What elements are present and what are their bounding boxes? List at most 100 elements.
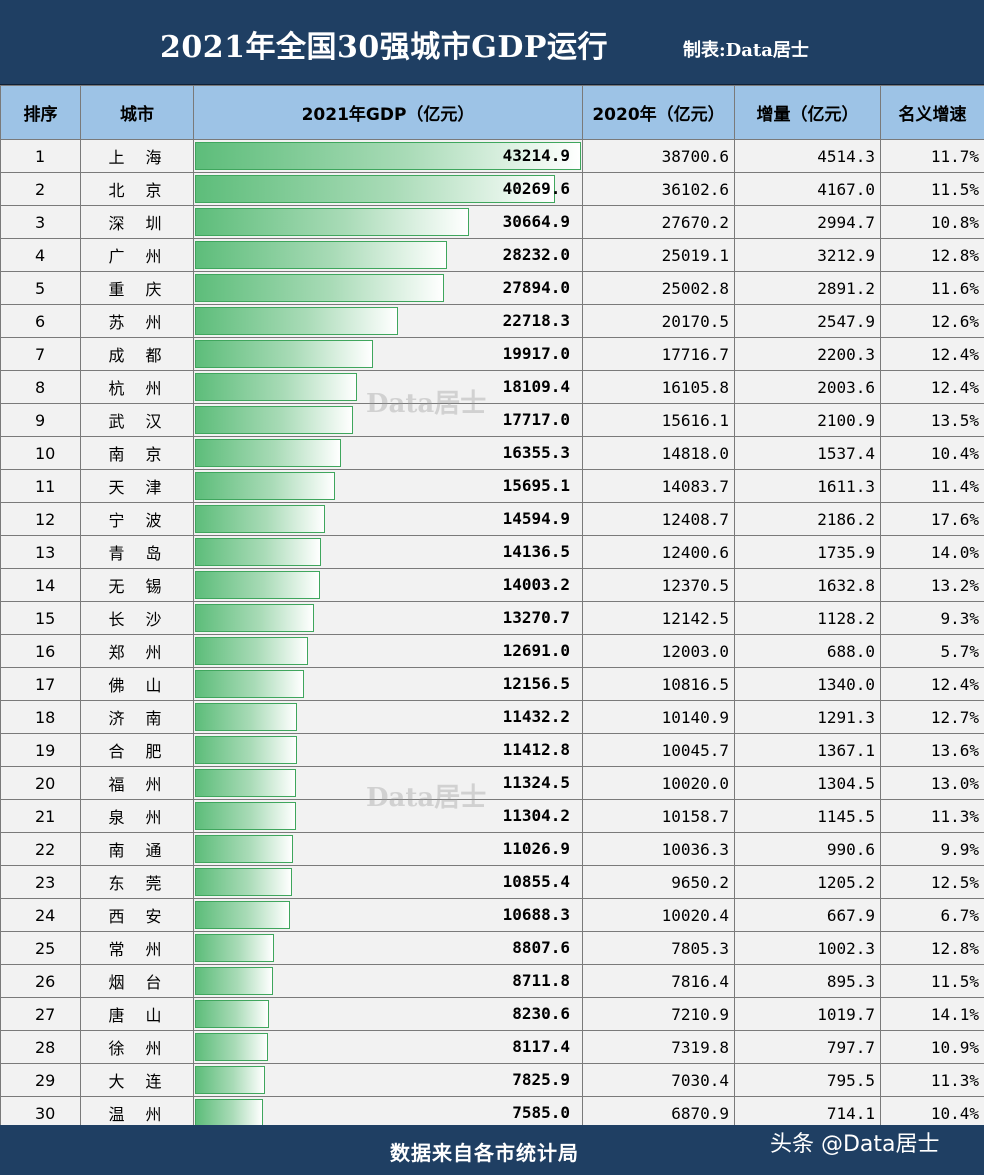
col-header-rank: 排序	[0, 85, 81, 140]
rank-cell: 27	[0, 997, 81, 1031]
city-cell: 深 圳	[80, 205, 194, 239]
gdp2020-cell: 10140.9	[582, 700, 735, 734]
gdp2021-value: 8711.8	[512, 971, 570, 990]
growth-cell: 14.0%	[880, 535, 984, 569]
growth-cell: 17.6%	[880, 502, 984, 536]
gdp2021-bar	[195, 307, 398, 335]
city-cell: 重 庆	[80, 271, 194, 305]
gdp2021-bar-cell: 11432.2	[193, 700, 583, 734]
growth-cell: 13.6%	[880, 733, 984, 767]
gdp2020-cell: 10020.4	[582, 898, 735, 932]
gdp2021-bar	[195, 967, 273, 995]
increase-cell: 1291.3	[734, 700, 881, 734]
gdp2021-bar-cell: 10855.4	[193, 865, 583, 899]
increase-cell: 667.9	[734, 898, 881, 932]
gdp2020-cell: 25019.1	[582, 238, 735, 272]
table-row: 13 青 岛 14136.5 12400.6 1735.9 14.0%	[0, 535, 984, 569]
table-row: 3深 圳 30664.9 27670.2 2994.7 10.8%	[0, 205, 984, 239]
rank-cell: 16	[0, 634, 81, 668]
increase-cell: 1145.5	[734, 799, 881, 833]
increase-cell: 797.7	[734, 1030, 881, 1064]
gdp2021-value: 19917.0	[502, 344, 570, 363]
increase-cell: 4514.3	[734, 139, 881, 173]
gdp2021-bar	[195, 604, 314, 632]
gdp2021-value: 10688.3	[502, 905, 570, 924]
rank-cell: 6	[0, 304, 81, 338]
rank-cell: 15	[0, 601, 81, 635]
gdp2021-bar-cell: 13270.7	[193, 601, 583, 635]
gdp2021-bar	[195, 406, 354, 434]
rank-cell: 20	[0, 766, 81, 800]
growth-cell: 13.0%	[880, 766, 984, 800]
gdp2021-bar	[195, 538, 322, 566]
gdp2021-bar	[195, 703, 298, 731]
col-header-growth: 名义增速	[880, 85, 984, 140]
rank-cell: 5	[0, 271, 81, 305]
city-cell: 西 安	[80, 898, 194, 932]
increase-cell: 2100.9	[734, 403, 881, 437]
table-row: 5重 庆 27894.0 25002.8 2891.2 11.6%	[0, 271, 984, 305]
table-row: 12 宁 波 14594.9 12408.7 2186.2 17.6%	[0, 502, 984, 536]
growth-cell: 12.8%	[880, 238, 984, 272]
gdp2021-bar	[195, 505, 326, 533]
increase-cell: 1002.3	[734, 931, 881, 965]
page-title: 2021年全国30强城市GDP运行	[160, 30, 608, 65]
gdp2021-value: 11432.2	[502, 707, 570, 726]
city-cell: 南 通	[80, 832, 194, 866]
gdp2020-cell: 27670.2	[582, 205, 735, 239]
gdp2020-cell: 10020.0	[582, 766, 735, 800]
title-bar: 2021年全国30强城市GDP运行 制表:Data居士	[0, 0, 984, 85]
gdp2021-bar	[195, 901, 291, 929]
growth-cell: 5.7%	[880, 634, 984, 668]
gdp2021-bar-cell: 30664.9	[193, 205, 583, 239]
table-row: 7成 都 19917.0 17716.7 2200.3 12.4%	[0, 337, 984, 371]
rank-cell: 21	[0, 799, 81, 833]
city-cell: 徐 州	[80, 1030, 194, 1064]
gdp2021-bar-cell: 10688.3	[193, 898, 583, 932]
gdp2021-bar-cell: 15695.1	[193, 469, 583, 503]
rank-cell: 14	[0, 568, 81, 602]
increase-cell: 1537.4	[734, 436, 881, 470]
gdp2020-cell: 12370.5	[582, 568, 735, 602]
rank-cell: 9	[0, 403, 81, 437]
increase-cell: 4167.0	[734, 172, 881, 206]
table-row: 28 徐 州 8117.4 7319.8 797.7 10.9%	[0, 1030, 984, 1064]
increase-cell: 1611.3	[734, 469, 881, 503]
gdp2021-bar	[195, 1000, 269, 1028]
city-cell: 大 连	[80, 1063, 194, 1097]
table-row: 8杭 州 18109.4 16105.8 2003.6 12.4%	[0, 370, 984, 404]
gdp2021-bar-cell: 18109.4	[193, 370, 583, 404]
gdp2021-bar-cell: 22718.3	[193, 304, 583, 338]
increase-cell: 1340.0	[734, 667, 881, 701]
growth-cell: 13.5%	[880, 403, 984, 437]
gdp2021-bar	[195, 1033, 268, 1061]
increase-cell: 990.6	[734, 832, 881, 866]
city-cell: 天 津	[80, 469, 194, 503]
table-row: 19 合 肥 11412.8 10045.7 1367.1 13.6%	[0, 733, 984, 767]
gdp2021-bar-cell: 19917.0	[193, 337, 583, 371]
gdp2021-value: 14136.5	[502, 542, 570, 561]
table-row: 4广 州 28232.0 25019.1 3212.9 12.8%	[0, 238, 984, 272]
gdp2021-value: 7825.9	[512, 1070, 570, 1089]
table-row: 17 佛 山 12156.5 10816.5 1340.0 12.4%	[0, 667, 984, 701]
gdp2020-cell: 14083.7	[582, 469, 735, 503]
gdp2021-bar	[195, 241, 448, 269]
city-cell: 宁 波	[80, 502, 194, 536]
table-row: 6苏 州 22718.3 20170.5 2547.9 12.6%	[0, 304, 984, 338]
gdp2021-bar-cell: 14003.2	[193, 568, 583, 602]
gdp2020-cell: 7816.4	[582, 964, 735, 998]
growth-cell: 11.6%	[880, 271, 984, 305]
gdp2021-value: 22718.3	[502, 311, 570, 330]
gdp2021-bar-cell: 11412.8	[193, 733, 583, 767]
gdp2021-bar	[195, 373, 357, 401]
gdp2021-value: 14003.2	[502, 575, 570, 594]
gdp2021-bar	[195, 472, 336, 500]
city-cell: 南 京	[80, 436, 194, 470]
gdp2020-cell: 25002.8	[582, 271, 735, 305]
city-cell: 佛 山	[80, 667, 194, 701]
gdp2021-bar-cell: 27894.0	[193, 271, 583, 305]
gdp2020-cell: 36102.6	[582, 172, 735, 206]
city-cell: 青 岛	[80, 535, 194, 569]
rank-cell: 24	[0, 898, 81, 932]
gdp2021-bar	[195, 340, 373, 368]
